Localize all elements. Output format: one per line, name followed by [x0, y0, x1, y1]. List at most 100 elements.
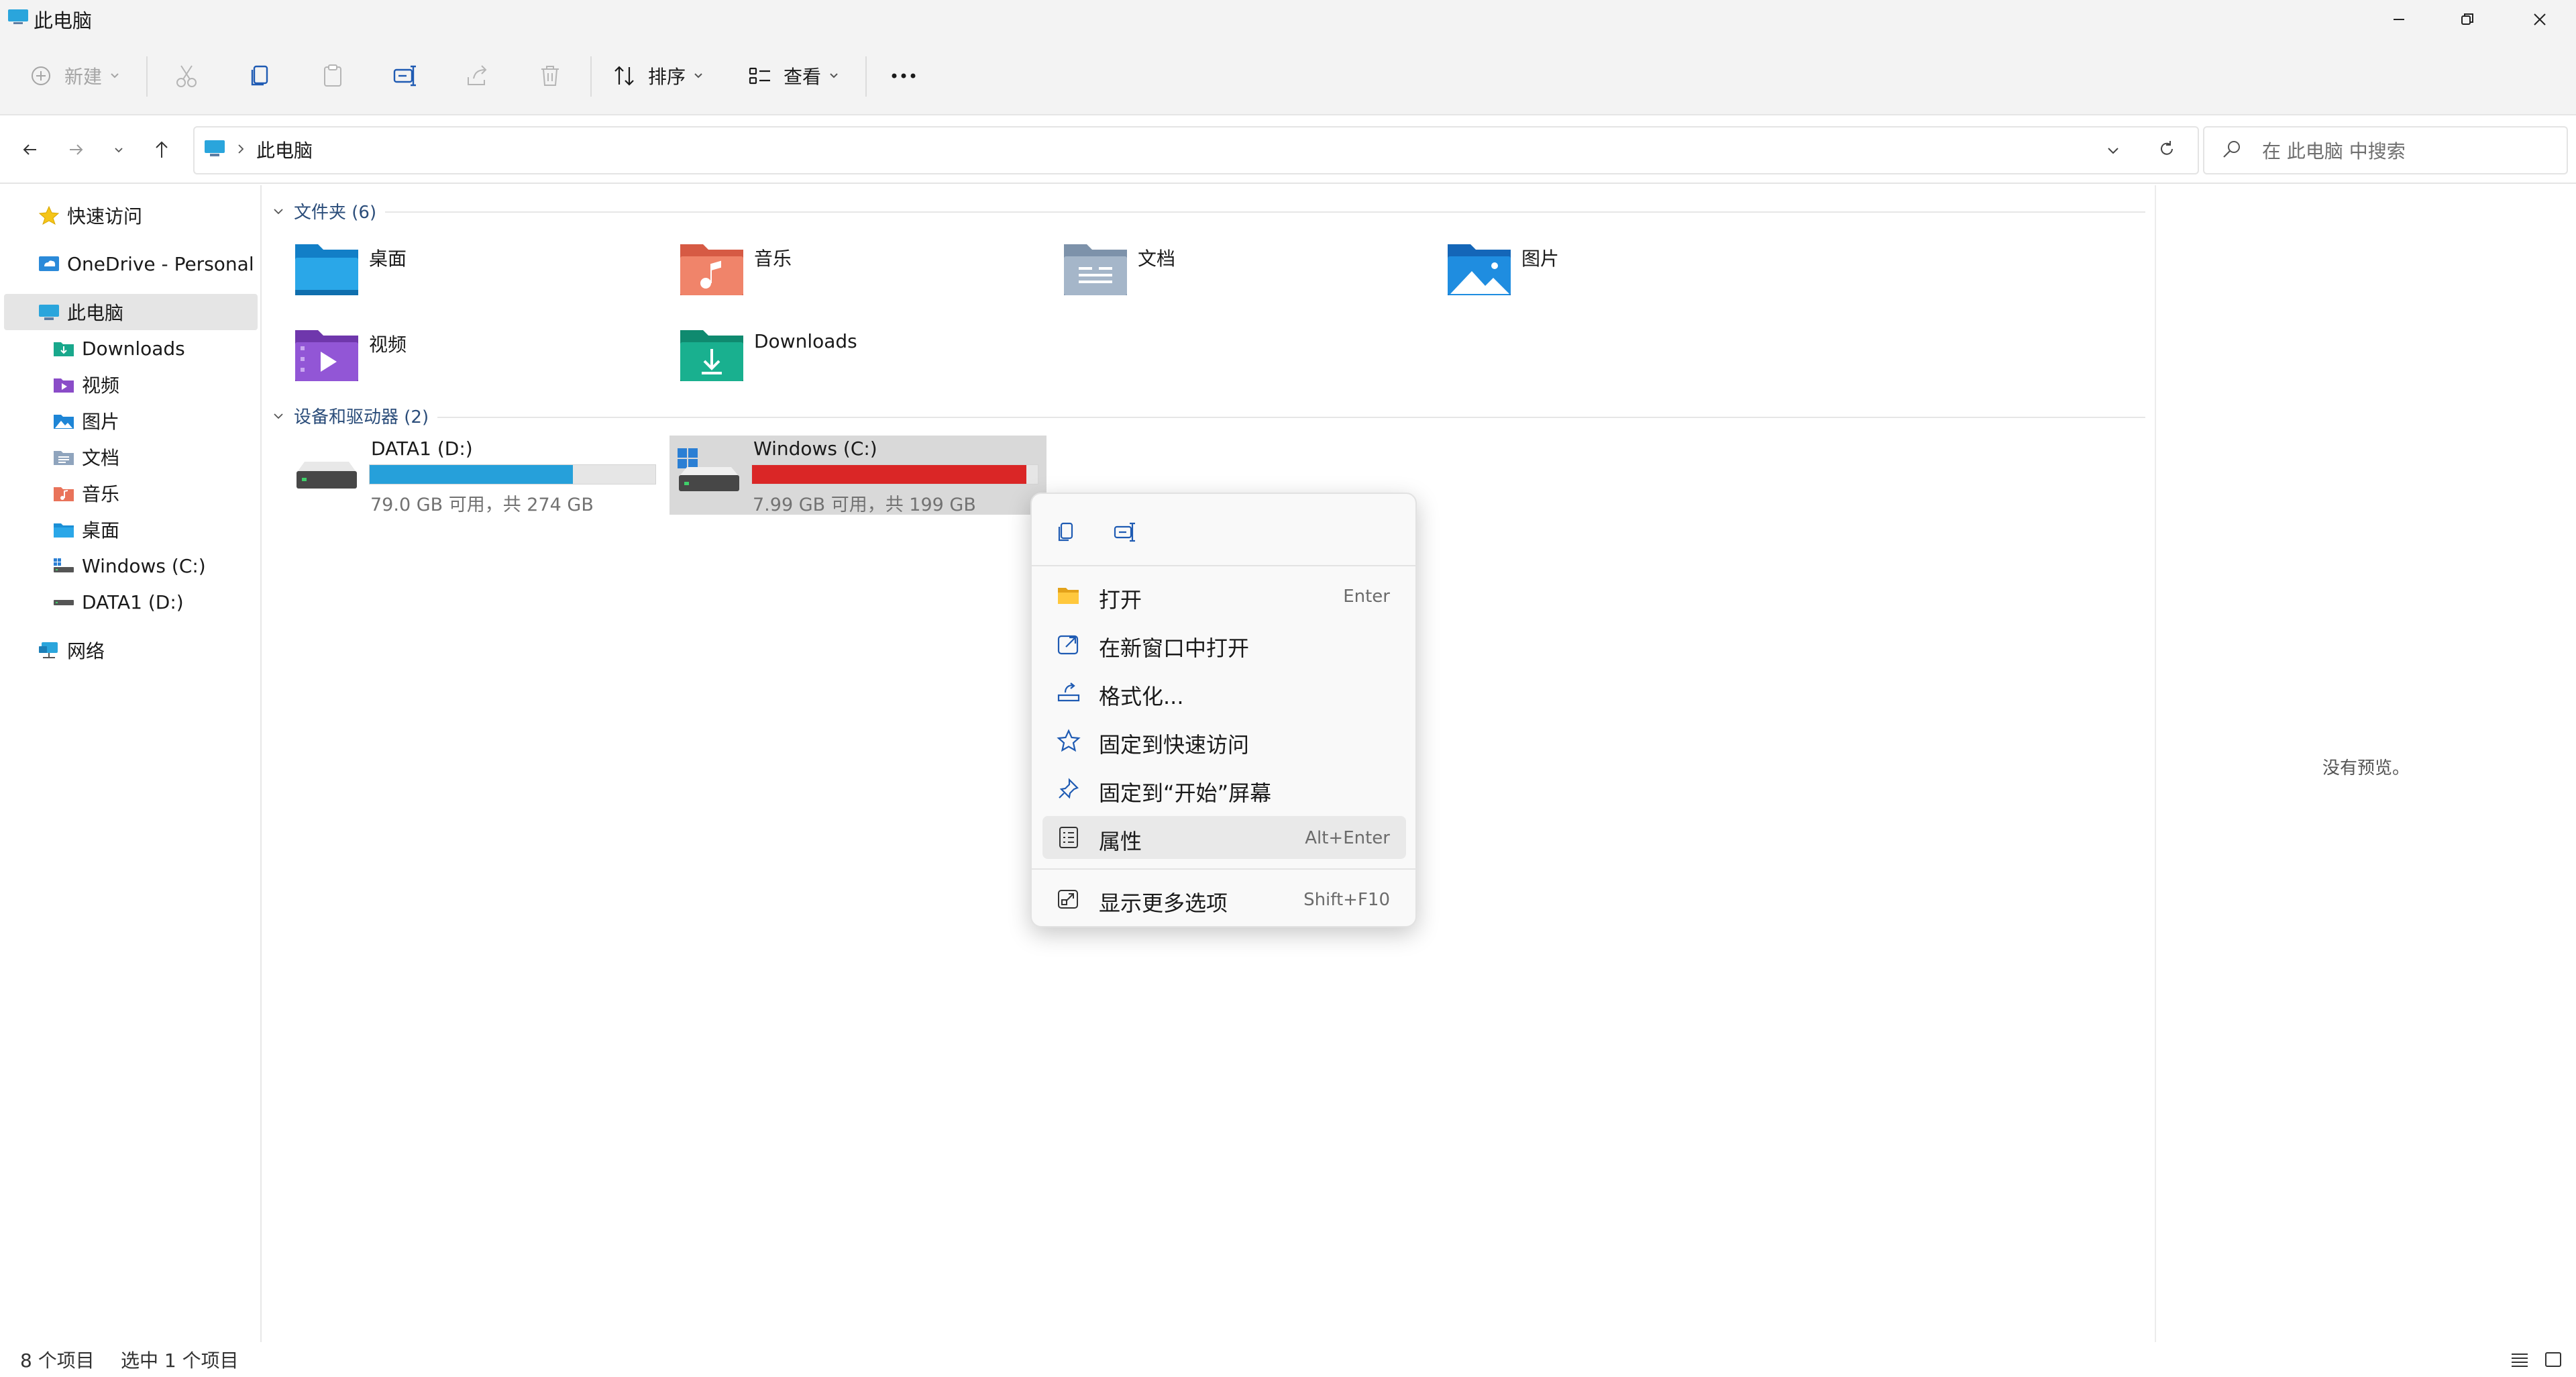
context-menu-divider — [1032, 868, 1417, 870]
drives-group-title: 设备和驱动器 (2) — [294, 407, 429, 427]
nav-item-onedrive[interactable]: OneDrive - Personal — [38, 246, 254, 282]
address-bar[interactable] — [193, 126, 2199, 174]
new-button[interactable]: 新建 — [30, 59, 121, 93]
plus-circle-icon — [32, 66, 50, 85]
nav-item-quick-access[interactable]: 快速访问 — [38, 197, 142, 234]
tiles-view-button[interactable] — [2540, 1346, 2567, 1373]
refresh-icon — [2161, 141, 2173, 155]
chevron-down-icon — [274, 413, 283, 419]
nav-item-documents[interactable]: 文档 — [52, 439, 119, 475]
chevron-down-icon — [111, 73, 119, 79]
nav-item-pictures[interactable]: 图片 — [52, 403, 119, 439]
folder-videos[interactable]: 视频 — [294, 326, 669, 400]
preview-message: 没有预览。 — [2322, 758, 2410, 778]
nav-item-label: 桌面 — [82, 519, 120, 542]
minimize-button[interactable] — [2363, 0, 2435, 39]
desktop-folder-icon — [295, 244, 358, 295]
restore-button[interactable] — [2431, 0, 2504, 39]
context-item-open[interactable]: 打开 Enter — [1042, 574, 1406, 617]
share-button[interactable] — [464, 59, 491, 93]
context-item-format[interactable]: 格式化... — [1042, 671, 1406, 714]
chevron-down-icon — [830, 73, 838, 79]
drives-group-header[interactable]: 设备和驱动器 (2) — [271, 403, 429, 428]
copy-icon — [1058, 522, 1073, 542]
star-icon — [1057, 729, 1081, 752]
nav-item-videos[interactable]: 视频 — [52, 366, 119, 403]
close-button[interactable] — [2504, 0, 2576, 39]
close-icon — [2534, 13, 2546, 26]
sort-label: 排序 — [648, 66, 686, 88]
drive-c[interactable]: Windows (C:) 7.99 GB 可用，共 199 GB — [676, 436, 1052, 515]
sort-button[interactable]: 排序 — [612, 59, 704, 93]
folder-desktop[interactable]: 桌面 — [294, 240, 669, 314]
drive-name: DATA1 (D:) — [371, 438, 473, 460]
context-item-more-options[interactable]: 显示更多选项 Shift+F10 — [1042, 878, 1406, 921]
folder-pictures[interactable]: 图片 — [1446, 240, 1822, 314]
folder-documents[interactable]: 文档 — [1063, 240, 1438, 314]
nav-item-this-pc[interactable]: 此电脑 — [38, 294, 123, 330]
cut-button[interactable] — [173, 59, 200, 93]
computer-icon — [205, 140, 225, 156]
search-input[interactable]: 在 此电脑 中搜索 — [2262, 137, 2406, 164]
minimize-icon — [2394, 19, 2404, 20]
drive-usage-bar — [751, 464, 1038, 484]
nav-item-downloads[interactable]: Downloads — [52, 330, 185, 366]
refresh-button[interactable] — [2153, 136, 2180, 162]
nav-item-network[interactable]: 网络 — [38, 632, 105, 668]
chevron-down-icon — [2108, 148, 2118, 154]
folders-group-header[interactable]: 文件夹 (6) — [271, 199, 376, 223]
forward-button[interactable] — [59, 133, 93, 166]
share-icon — [468, 65, 487, 85]
chevron-right-icon — [238, 144, 244, 154]
command-bar — [0, 39, 2576, 115]
system-drive-icon — [54, 558, 74, 572]
rename-button[interactable] — [392, 59, 419, 93]
context-item-properties[interactable]: 属性 Alt+Enter — [1042, 816, 1406, 859]
folder-name: Downloads — [754, 330, 857, 352]
computer-icon — [39, 305, 59, 320]
address-path[interactable]: 此电脑 — [256, 136, 313, 163]
drive-icon — [54, 600, 74, 605]
preview-pane-divider — [2155, 185, 2156, 1349]
folder-downloads[interactable]: Downloads — [679, 326, 1055, 400]
drive-name: Windows (C:) — [753, 438, 877, 460]
more-options-icon — [1058, 890, 1078, 909]
delete-button[interactable] — [537, 59, 564, 93]
nav-item-label: 音乐 — [82, 483, 120, 505]
nav-item-label: OneDrive - Personal — [67, 252, 254, 275]
details-view-button[interactable] — [2506, 1346, 2533, 1373]
view-button[interactable]: 查看 — [747, 59, 840, 93]
arrow-up-icon — [156, 141, 168, 158]
nav-item-music[interactable]: 音乐 — [52, 475, 119, 511]
nav-item-desktop[interactable]: 桌面 — [52, 511, 119, 548]
music-folder-icon — [680, 244, 743, 295]
context-copy-button[interactable] — [1046, 513, 1085, 552]
status-selected-count: 选中 1 个项目 — [121, 1349, 239, 1372]
up-button[interactable] — [145, 133, 178, 166]
context-item-open-new-window[interactable]: 在新窗口中打开 — [1042, 623, 1406, 666]
view-icon — [749, 67, 770, 85]
paste-icon — [324, 64, 341, 87]
nav-item-drive-d[interactable]: DATA1 (D:) — [52, 584, 184, 620]
restore-icon — [2461, 13, 2473, 25]
title-bar — [0, 0, 2576, 39]
arrow-left-icon — [23, 144, 36, 155]
recent-locations-button[interactable] — [102, 133, 136, 166]
paste-button[interactable] — [319, 59, 346, 93]
chevron-down-icon — [115, 148, 123, 153]
group-divider — [385, 211, 2145, 213]
context-item-pin-quick-access[interactable]: 固定到快速访问 — [1042, 719, 1406, 762]
details-view-icon — [2512, 1354, 2528, 1367]
back-button[interactable] — [13, 133, 47, 166]
copy-button[interactable] — [247, 59, 274, 93]
drive-d[interactable]: DATA1 (D:) 79.0 GB 可用，共 274 GB — [294, 436, 669, 515]
more-button[interactable] — [887, 59, 920, 93]
system-drive-icon — [678, 448, 739, 491]
context-item-pin-start[interactable]: 固定到“开始”屏幕 — [1042, 768, 1406, 811]
nav-item-drive-c[interactable]: Windows (C:) — [52, 548, 206, 584]
status-item-count: 8 个项目 — [20, 1349, 95, 1372]
context-rename-button[interactable] — [1106, 513, 1144, 552]
address-history-button[interactable] — [2100, 137, 2127, 164]
folder-music[interactable]: 音乐 — [679, 240, 1055, 314]
context-item-label: 在新窗口中打开 — [1099, 635, 1250, 661]
